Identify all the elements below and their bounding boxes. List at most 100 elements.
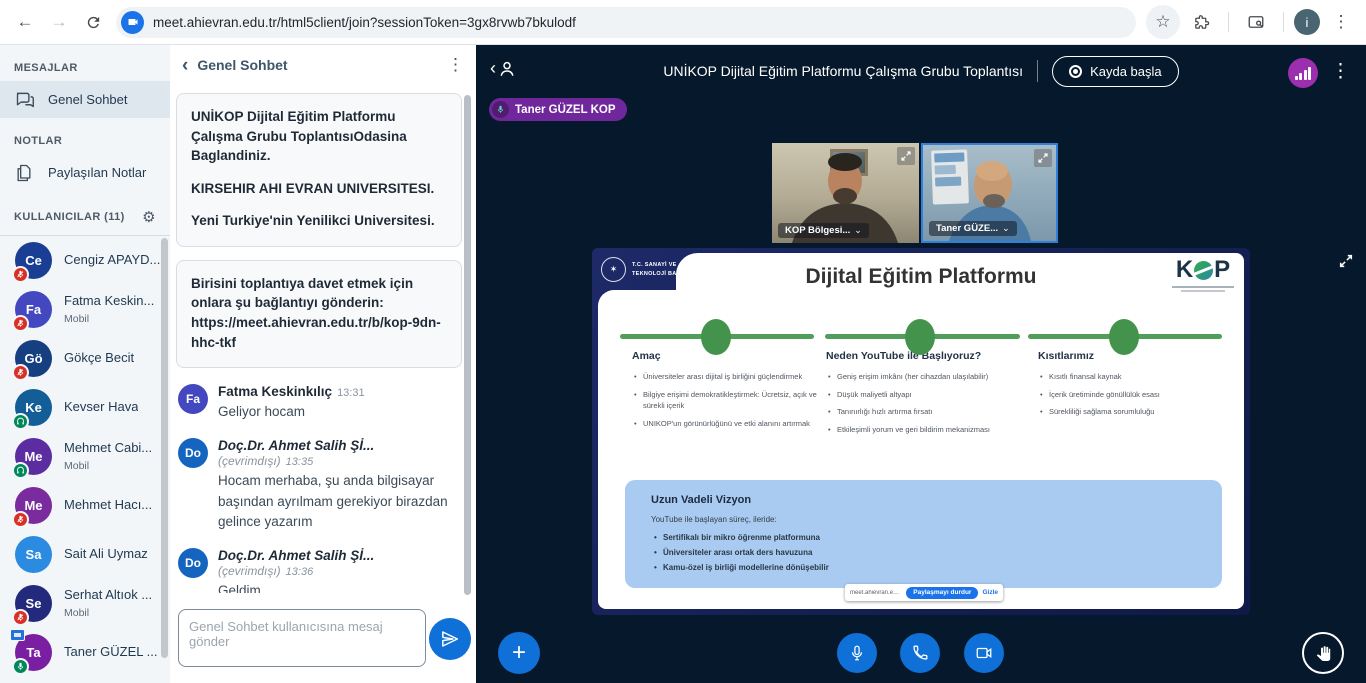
vision-heading: Uzun Vadeli Vizyon — [651, 494, 1222, 506]
bookmark-star-icon[interactable]: ☆ — [1146, 5, 1180, 39]
bullet-item: Üniversiteler arası ortak ders havuzuna — [651, 548, 1222, 557]
chat-scrollbar[interactable] — [464, 95, 471, 595]
hide-share-bar-button[interactable]: Gizle — [982, 589, 998, 596]
user-name-text: Fatma Keskin... — [64, 293, 154, 308]
vision-box: Uzun Vadeli Vizyon YouTube ile başlayan … — [625, 480, 1222, 588]
browser-back-button[interactable]: ← — [8, 5, 42, 39]
meeting-options-kebab-icon[interactable]: ⋮ — [1331, 60, 1350, 83]
presentation-slide[interactable]: ✶ T.C. SANAYİ VETEKNOLOJİ BAKANLIĞI Diji… — [592, 248, 1250, 615]
browser-profile-avatar[interactable]: i — [1294, 9, 1320, 35]
muted-mic-badge-icon — [12, 364, 29, 381]
share-webcam-button[interactable] — [964, 633, 1004, 673]
camera-in-use-icon[interactable] — [121, 11, 144, 34]
microphone-icon — [848, 644, 866, 662]
address-bar[interactable]: meet.ahievran.edu.tr/html5client/join?se… — [116, 7, 1136, 38]
mute-microphone-button[interactable] — [837, 633, 877, 673]
muted-mic-badge-icon — [12, 511, 29, 528]
fullscreen-icon[interactable] — [1034, 149, 1052, 167]
meeting-title: UNİKOP Dijital Eğitim Platformu Çalışma … — [663, 63, 1023, 79]
connection-status-icon[interactable] — [1288, 58, 1318, 88]
chat-panel: ‹ Genel Sohbet ⋮ UNİKOP Dijital Eğitim P… — [170, 45, 476, 683]
vision-intro: YouTube ile başlayan süreç, ileride: — [651, 515, 1222, 524]
user-row[interactable]: Sa Sait Ali Uymaz — [0, 530, 170, 579]
bullet-item: UNIKOP'un görünürlüğünü ve etki alanını … — [632, 418, 822, 430]
avatar-initials: Gö — [24, 351, 42, 366]
bullet-item: İçerik üretiminde gönüllülük esası — [1038, 389, 1213, 401]
chevron-down-icon: ⌄ — [854, 225, 862, 236]
webcam-user-name: KOP Bölgesi... — [785, 225, 850, 236]
user-row[interactable]: Ce Cengiz APAYD... — [0, 236, 170, 285]
extensions-icon[interactable] — [1184, 5, 1218, 39]
avatar: Gö — [15, 340, 52, 377]
messages-header-label: MESAJLAR — [14, 62, 78, 74]
user-row[interactable]: Ta Taner GÜZEL ... — [0, 628, 170, 677]
message-text: Geliyor hocam — [218, 402, 365, 422]
user-row[interactable]: Me Mehmet Cabi...Mobil — [0, 432, 170, 481]
presentation-fullscreen-icon[interactable] — [1337, 252, 1355, 270]
avatar-initials: Do — [185, 556, 201, 570]
sidebar: MESAJLAR Genel Sohbet NOTLAR Paylaşılan … — [0, 45, 170, 683]
stop-sharing-button[interactable]: Paylaşmayı durdur — [906, 587, 978, 599]
user-row[interactable]: Me Mehmet Hacı... — [0, 481, 170, 530]
notes-header-label: NOTLAR — [14, 135, 62, 147]
send-message-button[interactable] — [429, 618, 471, 660]
shared-notes-icon — [13, 162, 35, 184]
user-row[interactable]: Se Serhat Altıok ...Mobil — [0, 579, 170, 628]
talking-user-name: Taner GÜZEL KOP — [515, 104, 616, 116]
bullet-item: Kısıtlı finansal kaynak — [1038, 371, 1213, 383]
toolbar-divider — [1283, 12, 1284, 32]
chat-back-chevron-icon[interactable]: ‹ — [182, 56, 188, 75]
fullscreen-icon[interactable] — [897, 147, 915, 165]
hand-icon — [1315, 645, 1332, 662]
webcam-video-tile-active[interactable]: Taner GÜZE... ⌄ — [921, 143, 1058, 243]
user-name: Sait Ali Uymaz — [64, 546, 148, 563]
user-device-label: Mobil — [64, 460, 89, 472]
bullet-item: Üniversiteler arası dijital iş birliğini… — [632, 371, 822, 383]
bullet-item: Tanınırlığı hızlı artırma fırsatı — [826, 406, 1021, 418]
welcome-message: UNİKOP Dijital Eğitim Platformu Çalışma … — [176, 93, 462, 247]
meeting-topbar: UNİKOP Dijital Eğitim Platformu Çalışma … — [476, 45, 1366, 97]
side-panel-icon[interactable] — [1239, 5, 1273, 39]
webcam-user-label[interactable]: KOP Bölgesi... ⌄ — [778, 223, 869, 238]
browser-toolbar: ← → meet.ahievran.edu.tr/html5client/joi… — [0, 0, 1366, 45]
users-scrollbar[interactable] — [161, 238, 168, 658]
unmuted-mic-badge-icon — [12, 658, 29, 675]
sidebar-item-shared-notes[interactable]: Paylaşılan Notlar — [0, 154, 170, 191]
start-recording-button[interactable]: Kayda başla — [1052, 56, 1179, 87]
invite-link[interactable]: https://meet.ahievran.edu.tr/b/kop-9dn-h… — [191, 315, 441, 350]
browser-refresh-button[interactable] — [76, 5, 110, 39]
kop-caption-line — [1172, 286, 1234, 288]
webcam-video-tile[interactable]: KOP Bölgesi... ⌄ — [772, 143, 919, 243]
webcam-user-name: Taner GÜZE... — [936, 223, 998, 234]
chat-message-input[interactable] — [178, 609, 426, 667]
avatar: Ke — [15, 389, 52, 426]
mic-icon — [492, 101, 509, 118]
talking-indicator[interactable]: Taner GÜZEL KOP — [489, 98, 627, 121]
welcome-line: Yeni Turkiye'nin Yenilikci Universitesi. — [191, 211, 447, 231]
url-text[interactable]: meet.ahievran.edu.tr/html5client/join?se… — [153, 15, 576, 30]
leave-audio-button[interactable] — [900, 633, 940, 673]
chat-menu-kebab-icon[interactable]: ⋮ — [447, 55, 464, 75]
message-header: Doç.Dr. Ahmet Salih Şİ... (çevrimdışı)13… — [218, 548, 460, 578]
phone-icon — [911, 644, 929, 662]
bullet-item: Sürekliliği sağlama sorumluluğu — [1038, 406, 1213, 418]
user-row[interactable]: Fa Fatma Keskin...Mobil — [0, 285, 170, 334]
bullet-item: Geniş erişim imkânı (her cihazdan ulaşıl… — [826, 371, 1021, 383]
browser-menu-kebab-icon[interactable]: ⋮ — [1324, 5, 1358, 39]
browser-forward-button[interactable]: → — [42, 5, 76, 39]
sidebar-item-label: Paylaşılan Notlar — [48, 165, 146, 180]
avatar-initials: Sa — [26, 547, 42, 562]
listen-only-badge-icon — [12, 413, 29, 430]
chevron-down-icon: ⌄ — [1002, 223, 1010, 234]
actions-plus-button[interactable]: + — [498, 632, 540, 674]
record-icon — [1069, 65, 1082, 78]
users-settings-gear-icon[interactable]: ⚙ — [142, 208, 156, 226]
raise-hand-button[interactable] — [1302, 632, 1344, 674]
avatar-initials: Ta — [26, 645, 40, 660]
sidebar-item-public-chat[interactable]: Genel Sohbet — [0, 81, 170, 118]
webcam-user-label[interactable]: Taner GÜZE... ⌄ — [929, 221, 1017, 236]
user-row[interactable]: Ke Kevser Hava — [0, 383, 170, 432]
user-row[interactable]: Gö Gökçe Becit — [0, 334, 170, 383]
users-list: Ce Cengiz APAYD... Fa Fatma Keskin...Mob… — [0, 235, 170, 677]
send-plane-icon — [440, 629, 460, 649]
